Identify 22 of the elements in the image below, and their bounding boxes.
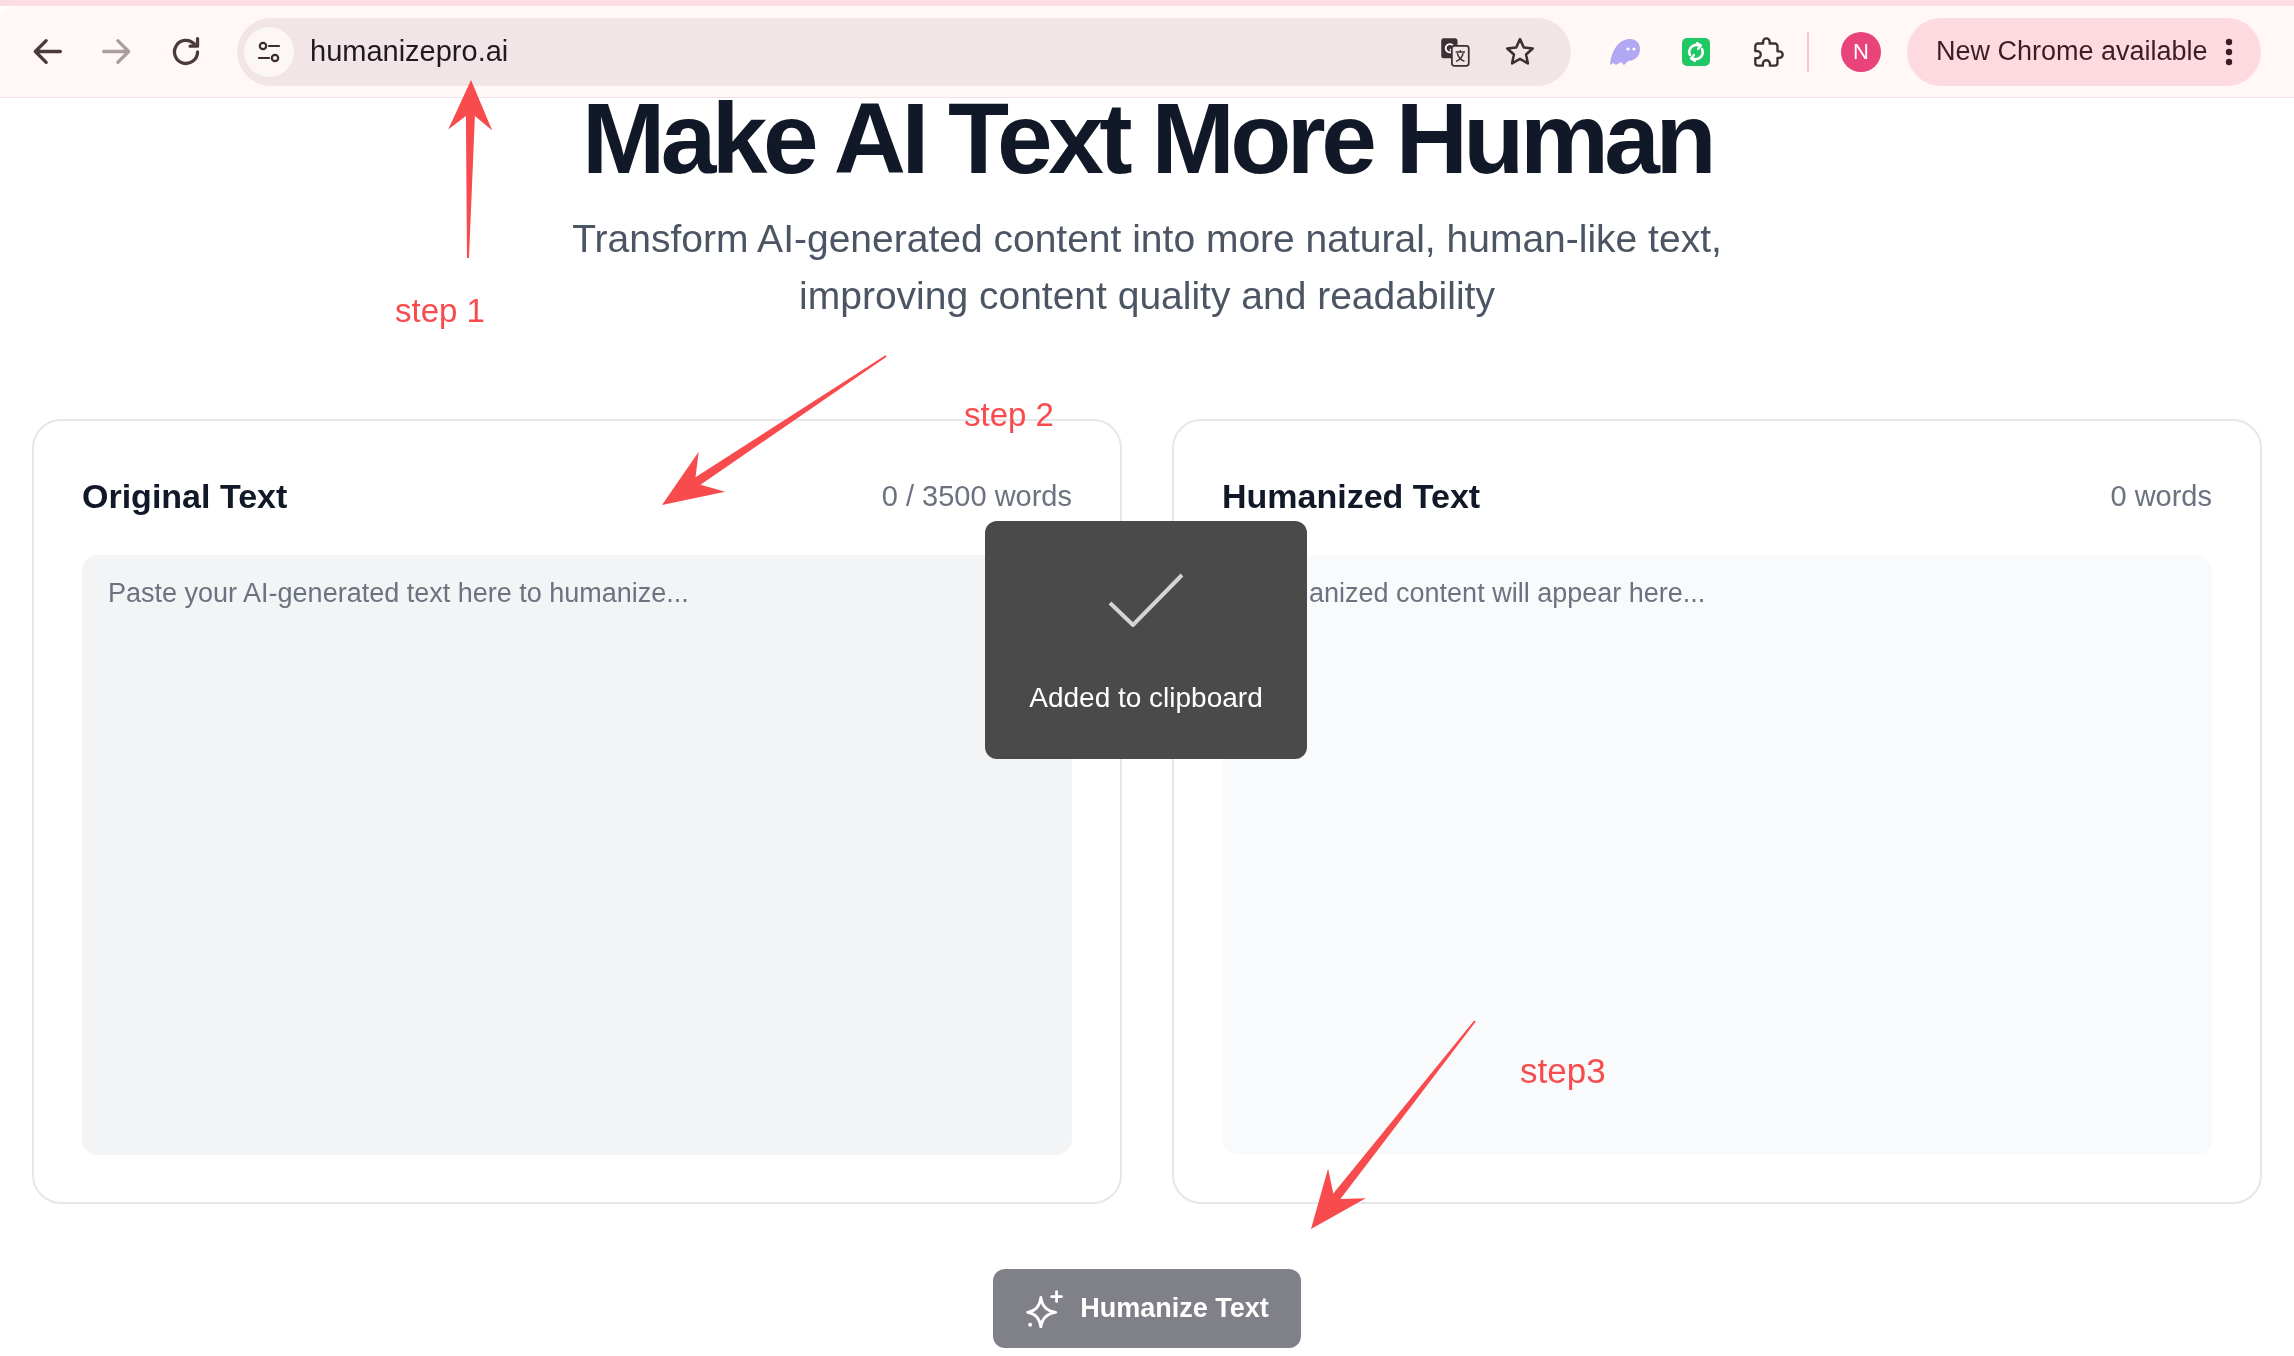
- check-icon: [1108, 573, 1184, 627]
- profile-avatar[interactable]: N: [1841, 31, 1881, 72]
- more-icon[interactable]: [2224, 37, 2233, 66]
- puzzle-icon[interactable]: [1754, 36, 1784, 67]
- sparkle-icon: [1026, 1289, 1065, 1328]
- address-bar[interactable]: humanizepro.ai: [237, 17, 1571, 86]
- panel-title: Humanized Text: [1222, 476, 1481, 516]
- translate-icon[interactable]: [1440, 36, 1470, 67]
- word-count: 0 words: [2110, 479, 2212, 513]
- reload-icon[interactable]: [172, 37, 200, 66]
- annotation-label: step 1: [395, 292, 485, 330]
- annotation-label: step3: [1520, 1052, 1606, 1090]
- page-subtitle: Transform AI-generated content into more natural, human-like text, improving content quality and readability: [571, 216, 1723, 319]
- panel-title: Original Text: [82, 476, 288, 516]
- update-button[interactable]: New Chrome available: [1907, 17, 2261, 86]
- annotation-label: step 2: [964, 396, 1054, 434]
- sliders-icon[interactable]: [244, 26, 294, 77]
- back-arrow-icon[interactable]: [32, 38, 62, 65]
- word-count: 0 / 3500 words: [881, 479, 1072, 513]
- star-icon[interactable]: [1505, 37, 1535, 66]
- url-text[interactable]: humanizepro.ai: [310, 35, 1440, 68]
- page-title: Make AI Text More Human: [581, 98, 1713, 178]
